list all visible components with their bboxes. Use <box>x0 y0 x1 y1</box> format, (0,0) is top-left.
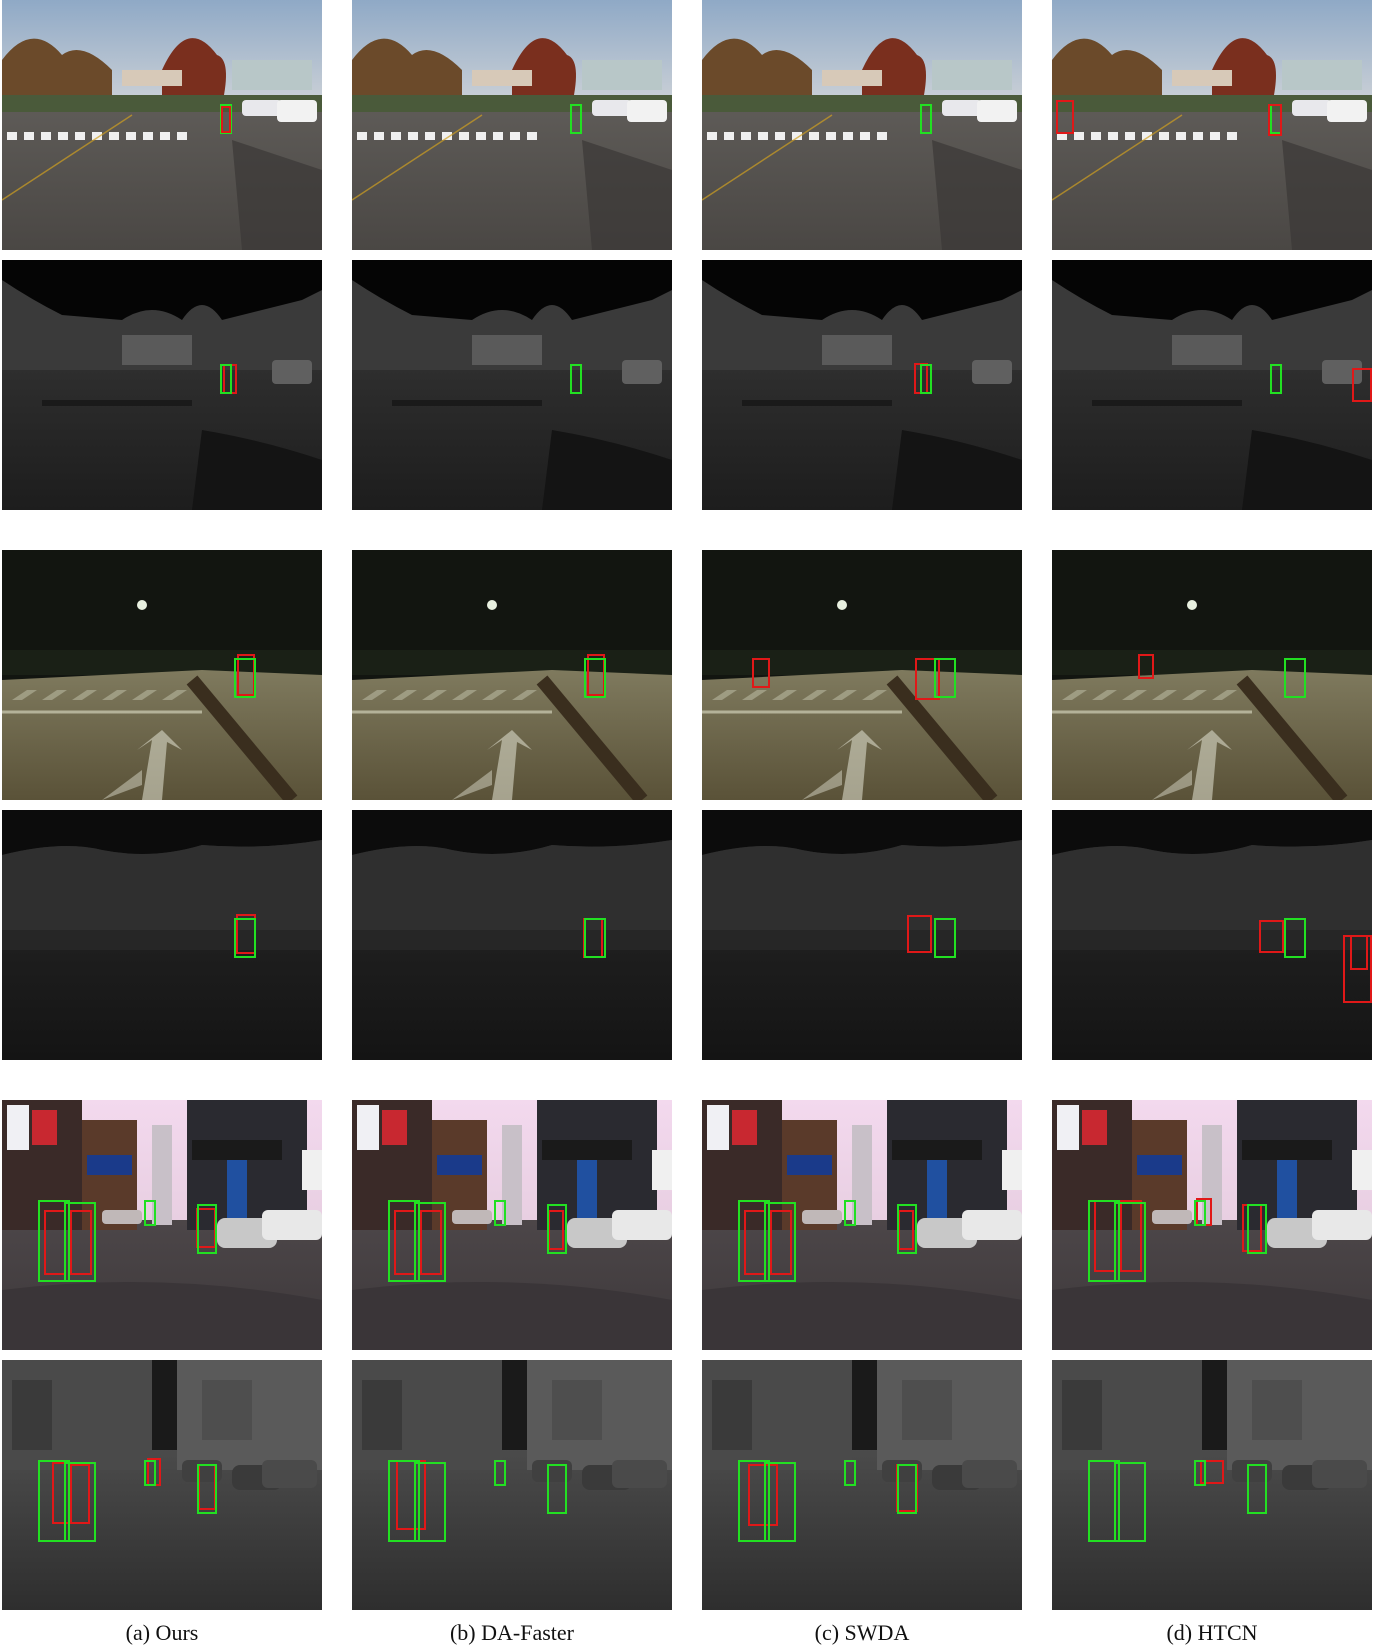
pred-box <box>1138 654 1154 679</box>
gt-box <box>414 1462 446 1542</box>
gt-box <box>144 1460 156 1486</box>
tile-city-thermal-swda <box>702 1360 1022 1610</box>
gt-box <box>920 104 932 134</box>
tile-day-rgb-dafaster <box>352 0 672 250</box>
gt-box <box>844 1200 856 1226</box>
gt-box <box>547 1204 567 1254</box>
gt-box <box>1270 364 1282 394</box>
tile-night-thermal-dafaster <box>352 810 672 1060</box>
tile-day-thermal-htcn <box>1052 260 1372 510</box>
tile-day-thermal-swda <box>702 260 1022 510</box>
tile-night-thermal-ours <box>2 810 322 1060</box>
tile-city-rgb-swda <box>702 1100 1022 1350</box>
pred-box <box>1259 920 1284 953</box>
gt-box <box>570 364 582 394</box>
tile-city-thermal-ours <box>2 1360 322 1610</box>
pred-box <box>907 915 932 953</box>
gt-box <box>414 1202 446 1282</box>
gt-box <box>494 1460 506 1486</box>
gt-box <box>1114 1462 1146 1542</box>
gt-box <box>197 1204 217 1254</box>
tile-night-thermal-swda <box>702 810 1022 1060</box>
tile-day-rgb-htcn <box>1052 0 1372 250</box>
tile-night-thermal-htcn <box>1052 810 1372 1060</box>
gt-box <box>570 104 582 134</box>
gt-box <box>897 1464 917 1514</box>
pred-box <box>752 658 770 688</box>
gt-box <box>764 1462 796 1542</box>
pred-box <box>1056 100 1074 134</box>
gt-box <box>584 658 606 698</box>
pred-box <box>1268 104 1282 136</box>
pred-box <box>1350 935 1368 970</box>
gt-box <box>920 364 932 394</box>
tile-night-rgb-dafaster <box>352 550 672 800</box>
gt-box <box>934 658 956 698</box>
gt-box <box>144 1200 156 1226</box>
gt-box <box>1247 1204 1267 1254</box>
gt-box <box>844 1460 856 1486</box>
tile-city-rgb-htcn <box>1052 1100 1372 1350</box>
tile-city-rgb-dafaster <box>352 1100 672 1350</box>
gt-box <box>584 918 606 958</box>
gt-box <box>494 1200 506 1226</box>
gt-box <box>1284 658 1306 698</box>
tile-night-rgb-swda <box>702 550 1022 800</box>
gt-box <box>64 1202 96 1282</box>
gt-box <box>1284 918 1306 958</box>
tile-night-rgb-ours <box>2 550 322 800</box>
caption-htcn: (d) HTCN <box>1166 1620 1258 1645</box>
gt-box <box>764 1202 796 1282</box>
gt-box <box>234 918 256 958</box>
caption-da-faster: (b) DA-Faster <box>449 1620 575 1645</box>
tile-city-rgb-ours <box>2 1100 322 1350</box>
tile-city-thermal-dafaster <box>352 1360 672 1610</box>
tile-day-rgb-ours <box>2 0 322 250</box>
gt-box <box>934 918 956 958</box>
gt-box <box>220 364 232 394</box>
gt-box <box>1194 1460 1206 1486</box>
tile-night-rgb-htcn <box>1052 550 1372 800</box>
gt-box <box>547 1464 567 1514</box>
tile-day-rgb-swda <box>702 0 1022 250</box>
tile-day-thermal-dafaster <box>352 260 672 510</box>
caption-swda: (c) SWDA <box>814 1620 910 1645</box>
caption-ours: (a) Ours <box>125 1620 199 1645</box>
tile-day-thermal-ours <box>2 260 322 510</box>
gt-box <box>897 1204 917 1254</box>
tile-city-thermal-htcn <box>1052 1360 1372 1610</box>
pred-box <box>221 106 231 133</box>
gt-box <box>1114 1202 1146 1282</box>
gt-box <box>234 658 256 698</box>
pred-box <box>1352 368 1372 402</box>
gt-box <box>64 1462 96 1542</box>
gt-box <box>197 1464 217 1514</box>
gt-box <box>1247 1464 1267 1514</box>
gt-box <box>1194 1200 1206 1226</box>
